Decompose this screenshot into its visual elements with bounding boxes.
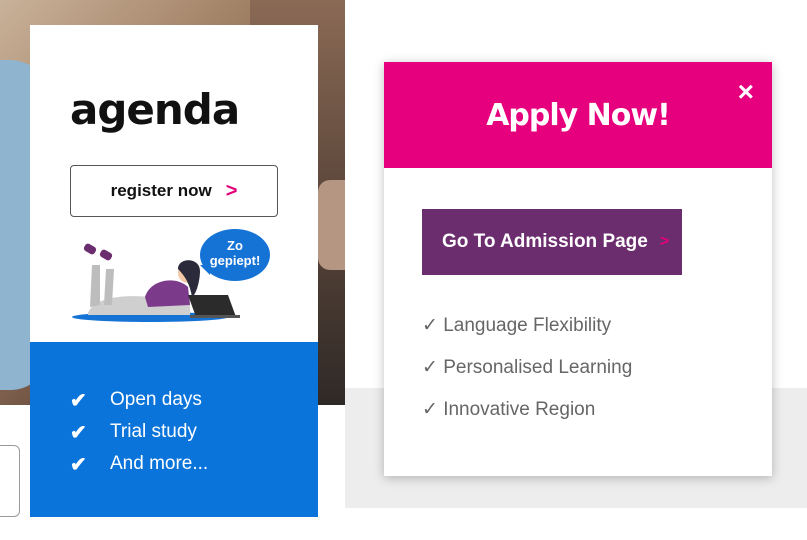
agenda-card: agenda register now > Zo gepiept! ✔ Open…: [30, 25, 318, 517]
register-now-button[interactable]: register now >: [70, 165, 278, 217]
benefit-item: ✔ And more...: [70, 448, 318, 480]
popup-title: Apply Now!: [486, 97, 671, 133]
feature-item: ✓ Personalised Learning: [422, 357, 633, 378]
admission-button-label: Go To Admission Page: [442, 231, 648, 252]
popup-header: Apply Now! ×: [384, 62, 772, 168]
feature-item: ✓ Innovative Region: [422, 399, 596, 420]
check-icon: ✔: [70, 389, 87, 412]
benefit-label: And more...: [110, 453, 209, 474]
check-icon: ✔: [70, 453, 87, 476]
feature-list: ✓ Language Flexibility ✓ Personalised Le…: [422, 314, 632, 440]
partial-button-outline[interactable]: [0, 445, 20, 517]
agenda-title: agenda: [70, 85, 240, 134]
student-laptop-illustration: Zo gepiept!: [70, 225, 270, 325]
close-icon[interactable]: ×: [738, 78, 754, 106]
benefit-item: ✔ Trial study: [70, 416, 318, 448]
chevron-right-icon: >: [659, 233, 670, 250]
photo-detail-shape: [318, 180, 345, 270]
chevron-right-icon: >: [225, 179, 238, 202]
speech-bubble: Zo gepiept!: [200, 229, 270, 281]
go-to-admission-button[interactable]: Go To Admission Page >: [422, 209, 682, 275]
benefit-item: ✔ Open days: [70, 384, 318, 416]
benefit-label: Trial study: [110, 421, 197, 442]
benefit-label: Open days: [110, 389, 202, 410]
register-now-label: register now: [110, 181, 212, 200]
apply-now-popup: Apply Now! × Go To Admission Page > ✓ La…: [384, 62, 772, 476]
feature-item: ✓ Language Flexibility: [422, 315, 612, 336]
benefits-panel: ✔ Open days ✔ Trial study ✔ And more...: [30, 342, 318, 517]
check-icon: ✔: [70, 421, 87, 444]
